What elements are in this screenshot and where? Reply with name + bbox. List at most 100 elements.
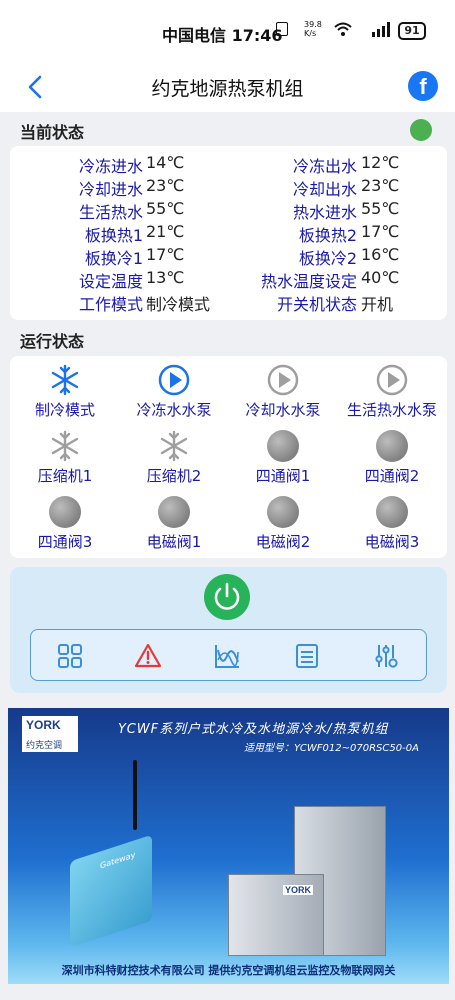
sliders-icon[interactable] xyxy=(372,642,400,670)
status-value: 17℃ xyxy=(361,222,400,241)
status-label: 板换冷2 xyxy=(298,249,357,268)
signal-icon xyxy=(276,22,288,36)
control-panel xyxy=(10,567,447,693)
status-label: 板换热1 xyxy=(84,226,143,245)
status-label: 板换热2 xyxy=(298,226,357,245)
chart-icon[interactable] xyxy=(213,642,241,670)
play-circle-icon xyxy=(267,364,299,396)
gray-ball-icon xyxy=(376,430,408,462)
status-value: 13℃ xyxy=(146,268,185,287)
product-banner: YORK 约克空调 YCWF系列户式水冷及水地源冷水/热泵机组 适用型号：YCW… xyxy=(8,708,449,984)
tile-label: 电磁阀2 xyxy=(255,533,311,551)
gateway-text: Gateway xyxy=(100,850,136,871)
tile-solenoid-valve-3[interactable]: 电磁阀3 xyxy=(337,496,447,556)
tile-label: 制冷模式 xyxy=(34,401,95,419)
tile-solenoid-valve-1[interactable]: 电磁阀1 xyxy=(119,496,229,556)
tile-compressor-1[interactable]: 压缩机1 xyxy=(10,430,120,490)
tile-label: 电磁阀3 xyxy=(364,533,420,551)
banner-title: YCWF系列户式水冷及水地源冷水/热泵机组 xyxy=(118,722,389,737)
status-label: 冷却进水 xyxy=(78,180,143,199)
function-toolbar xyxy=(30,629,427,681)
status-value: 23℃ xyxy=(361,176,400,195)
grid-icon[interactable] xyxy=(56,642,84,670)
status-value: 17℃ xyxy=(146,245,185,264)
gray-ball-icon xyxy=(267,430,299,462)
tile-hot-water-pump[interactable]: 生活热水水泵 xyxy=(337,364,447,424)
logo-cn: 约克空调 xyxy=(26,741,63,751)
current-status-title: 当前状态 xyxy=(20,123,85,142)
facebook-icon[interactable]: f xyxy=(408,71,438,101)
tile-label: 生活热水水泵 xyxy=(346,401,437,419)
gray-ball-icon xyxy=(376,496,408,528)
tile-label: 冷冻水水泵 xyxy=(136,401,212,419)
status-label: 工作模式 xyxy=(78,295,143,314)
warning-icon[interactable] xyxy=(134,642,162,670)
status-bar: 中国电信 17:46 39.8 K/s 91 xyxy=(0,0,455,62)
tile-label: 四通阀2 xyxy=(364,467,420,485)
banner-model: 适用型号：YCWF012~070RSC50-0A xyxy=(244,743,419,754)
status-label: 冷冻出水 xyxy=(292,157,357,176)
unit-brand-label: YORK xyxy=(283,885,314,895)
battery-icon: 91 xyxy=(398,22,426,40)
status-label: 冷冻进水 xyxy=(78,157,143,176)
banner-footer: 深圳市科特财控技术有限公司 提供约克空调机组云监控及物联网网关 xyxy=(61,964,396,977)
status-value: 开机 xyxy=(361,295,394,314)
status-value: 制冷模式 xyxy=(146,295,211,314)
tile-compressor-2[interactable]: 压缩机2 xyxy=(119,430,229,490)
status-label: 热水温度设定 xyxy=(260,272,357,291)
tile-label: 冷却水水泵 xyxy=(245,401,321,419)
power-button[interactable] xyxy=(204,574,250,620)
power-icon xyxy=(214,582,240,610)
antenna-image xyxy=(133,760,137,830)
play-circle-icon xyxy=(158,364,190,396)
list-icon[interactable] xyxy=(293,642,321,670)
status-value: 23℃ xyxy=(146,176,185,195)
tile-label: 四通阀1 xyxy=(255,467,311,485)
status-value: 21℃ xyxy=(146,222,185,241)
status-value: 40℃ xyxy=(361,268,400,287)
page-title: 约克地源热泵机组 xyxy=(151,78,304,100)
logo-brand: YORK xyxy=(26,718,61,732)
current-status-card: 冷冻进水 14℃ 冷冻出水 12℃ 冷却进水 23℃ 冷却出水 23℃ 生活热水… xyxy=(10,146,447,320)
cellular-icon xyxy=(372,22,390,37)
status-value: 12℃ xyxy=(361,153,400,172)
tile-label: 四通阀3 xyxy=(37,533,93,551)
tile-four-way-valve-1[interactable]: 四通阀1 xyxy=(228,430,338,490)
run-status-card: 制冷模式 冷冻水水泵 冷却水水泵 生活热水水泵 压缩机1 压缩机2 四通阀1 四… xyxy=(10,356,447,558)
status-label: 开关机状态 xyxy=(276,295,357,314)
tile-four-way-valve-3[interactable]: 四通阀3 xyxy=(10,496,120,556)
snowflake-icon xyxy=(51,364,79,396)
tile-four-way-valve-2[interactable]: 四通阀2 xyxy=(337,430,447,490)
run-status-title: 运行状态 xyxy=(20,332,85,351)
gateway-device-image: Gateway xyxy=(70,834,152,948)
tile-label: 电磁阀1 xyxy=(146,533,202,551)
status-value: 14℃ xyxy=(146,153,185,172)
snowflake-icon xyxy=(51,430,79,462)
tile-label: 压缩机2 xyxy=(146,467,202,485)
york-logo: YORK 约克空调 xyxy=(22,716,78,752)
gray-ball-icon xyxy=(158,496,190,528)
gray-ball-icon xyxy=(49,496,81,528)
status-label: 冷却出水 xyxy=(292,180,357,199)
tile-solenoid-valve-2[interactable]: 电磁阀2 xyxy=(228,496,338,556)
play-circle-icon xyxy=(376,364,408,396)
status-label: 设定温度 xyxy=(78,272,143,291)
carrier-time: 中国电信 17:46 xyxy=(162,26,283,45)
tile-chilled-water-pump[interactable]: 冷冻水水泵 xyxy=(119,364,229,424)
status-label: 板换冷1 xyxy=(84,249,143,268)
status-value: 55℃ xyxy=(361,199,400,218)
tile-cooling-water-pump[interactable]: 冷却水水泵 xyxy=(228,364,338,424)
status-label: 热水进水 xyxy=(292,203,357,222)
status-value: 55℃ xyxy=(146,199,185,218)
snowflake-icon xyxy=(160,430,188,462)
heat-pump-unit-small-image: YORK xyxy=(228,874,324,956)
tile-label: 压缩机1 xyxy=(37,467,93,485)
app-header: 约克地源热泵机组 f xyxy=(0,62,455,112)
wifi-icon xyxy=(334,22,352,36)
status-value: 16℃ xyxy=(361,245,400,264)
status-label: 生活热水 xyxy=(78,203,143,222)
net-speed: 39.8 K/s xyxy=(304,20,322,38)
tile-cooling-mode[interactable]: 制冷模式 xyxy=(10,364,120,424)
gray-ball-icon xyxy=(267,496,299,528)
online-status-indicator xyxy=(410,119,432,141)
